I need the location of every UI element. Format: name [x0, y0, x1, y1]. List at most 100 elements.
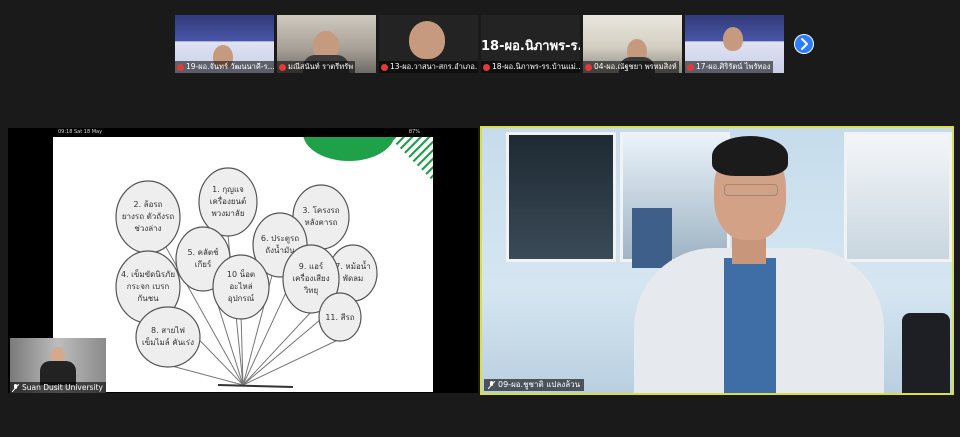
- participant-caption: 18-ผอ.นิภาพร-รร.บ้านแม่...: [481, 61, 580, 73]
- balloon-11: 11. สีรถ: [318, 292, 362, 342]
- svg-text:กระจก เบรก: กระจก เบรก: [127, 282, 170, 291]
- balloon-3-line: หลังคารถ: [304, 218, 337, 227]
- mic-muted-icon: [483, 63, 490, 71]
- svg-text:เกียร์: เกียร์: [195, 259, 212, 269]
- presentation-slide: 1. กุญแจ เครื่องยนต์ พวงมาลัย 2. ล้อรถ ย…: [53, 137, 433, 392]
- background-chair: [902, 313, 950, 393]
- participant-caption: 19-ผอ.จันทร์ วัฒนนาคี-ร...: [175, 61, 274, 73]
- participant-name: 09-ผอ.ชูชาติ แปลงล้วน: [498, 380, 581, 389]
- participant-face: [409, 21, 445, 59]
- balloon-6-line: ถังน้ำมัน: [265, 244, 295, 255]
- next-participants-button[interactable]: [794, 34, 814, 54]
- svg-text:8. สายไฟ: 8. สายไฟ: [151, 326, 185, 335]
- balloon-10-line: 10 น็อต: [227, 269, 255, 279]
- device-status-bar: 09:18 Sat 18 May 87%: [8, 128, 478, 137]
- meeting-window: 19-ผอ.จันทร์ วัฒนนาคี-ร... มณีสนันท์ ราต…: [0, 0, 960, 437]
- balloon-10: 10 น็อต อะไหล่ อุปกรณ์: [212, 254, 270, 320]
- svg-text:พวงมาลัย: พวงมาลัย: [211, 209, 244, 218]
- participant-caption: 13-ผอ.วาสนา-สกร.อำเภอ...: [379, 61, 478, 73]
- balloon-5-line: เกียร์: [195, 259, 212, 269]
- balloon-1-line: 1. กุญแจ: [212, 185, 244, 194]
- svg-text:อุปกรณ์: อุปกรณ์: [228, 293, 255, 303]
- participant-caption: มณีสนันท์ ราตรีทรัพ: [277, 61, 356, 73]
- svg-text:7. หม้อน้ำ: 7. หม้อน้ำ: [335, 260, 371, 271]
- device-clock: 09:18 Sat 18 May: [58, 129, 103, 135]
- speaker-glasses: [724, 184, 778, 196]
- svg-text:9. แอร์: 9. แอร์: [299, 261, 324, 271]
- svg-text:ช่วงล่าง: ช่วงล่าง: [134, 224, 161, 233]
- self-view-tile[interactable]: Suan Dusit University: [10, 338, 106, 393]
- svg-text:กันชน: กันชน: [137, 294, 159, 303]
- svg-text:6. ประตูรถ: 6. ประตูรถ: [261, 234, 299, 244]
- balloon-4-line: กระจก เบรก: [127, 282, 170, 291]
- svg-text:ยางรถ ตัวถังรถ: ยางรถ ตัวถังรถ: [122, 212, 175, 221]
- svg-text:10 น็อต: 10 น็อต: [227, 269, 255, 279]
- balloon-8-line: เข็มไมล์ คันเร่ง: [142, 337, 194, 347]
- balloon-diagram: 1. กุญแจ เครื่องยนต์ พวงมาลัย 2. ล้อรถ ย…: [115, 167, 378, 388]
- participant-tile[interactable]: 18-ผอ.นิภาพร-ร... 18-ผอ.นิภาพร-รร.บ้านแม…: [481, 15, 580, 73]
- balloon-2-line: 2. ล้อรถ: [133, 200, 162, 209]
- participant-strip: 19-ผอ.จันทร์ วัฒนนาคี-ร... มณีสนันท์ ราต…: [175, 15, 784, 73]
- participant-tile[interactable]: มณีสนันท์ ราตรีทรัพ: [277, 15, 376, 73]
- svg-text:5. คลัตช์: 5. คลัตช์: [187, 247, 219, 257]
- mic-muted-icon: [12, 383, 19, 392]
- balloon-8-line: 8. สายไฟ: [151, 326, 185, 335]
- svg-text:เครื่องยนต์: เครื่องยนต์: [210, 195, 246, 206]
- speaker-shirt: [724, 258, 776, 393]
- balloon-2: 2. ล้อรถ ยางรถ ตัวถังรถ ช่วงล่าง: [115, 180, 181, 254]
- participant-tile[interactable]: 19-ผอ.จันทร์ วัฒนนาคี-ร...: [175, 15, 274, 73]
- balloon-10-line: อุปกรณ์: [228, 293, 255, 303]
- mic-muted-icon: [585, 63, 592, 71]
- balloon-2-line: ช่วงล่าง: [134, 224, 161, 233]
- balloon-1: 1. กุญแจ เครื่องยนต์ พวงมาลัย: [198, 167, 258, 237]
- participant-caption: 09-ผอ.ชูชาติ แปลงล้วน: [484, 379, 585, 391]
- participant-name: 18-ผอ.นิภาพร-รร.บ้านแม่...: [492, 62, 580, 71]
- background-window: [844, 132, 952, 262]
- participant-tile[interactable]: 13-ผอ.วาสนา-สกร.อำเภอ...: [379, 15, 478, 73]
- background-curtain: [632, 208, 672, 268]
- balloon-9-line: วิทยุ: [303, 286, 318, 295]
- svg-text:วิทยุ: วิทยุ: [303, 286, 318, 295]
- background-window: [506, 132, 616, 262]
- balloon-4-line: 4. เข็มขัดนิรภัย: [121, 269, 175, 279]
- mic-muted-icon: [177, 63, 184, 71]
- participant-name: มณีสนันท์ ราตรีทรัพ: [288, 62, 354, 71]
- participant-tile[interactable]: 17-ผอ.ศิริรัตน์ ไพรัทอง: [685, 15, 784, 73]
- balloon-3-line: 3. โครงรถ: [302, 205, 339, 215]
- balloon-4-line: กันชน: [137, 294, 159, 303]
- svg-text:หลังคารถ: หลังคารถ: [304, 218, 337, 227]
- speaker-hair: [712, 136, 788, 176]
- balloon-1-line: เครื่องยนต์: [210, 195, 246, 206]
- participant-name: 04-ผอ.ณัฐชยา พรหมสิงห์: [594, 62, 677, 71]
- participant-name-placeholder: 18-ผอ.นิภาพร-ร...: [481, 39, 580, 54]
- svg-text:ถังน้ำมัน: ถังน้ำมัน: [265, 244, 295, 255]
- participant-face: [723, 27, 743, 51]
- balloon-11-line: 11. สีรถ: [325, 313, 354, 322]
- mic-muted-icon: [279, 63, 286, 71]
- svg-text:4. เข็มขัดนิรภัย: 4. เข็มขัดนิรภัย: [121, 269, 175, 279]
- participant-name: 13-ผอ.วาสนา-สกร.อำเภอ...: [390, 62, 478, 71]
- balloon-7-line: 7. หม้อน้ำ: [335, 260, 371, 271]
- participant-tile[interactable]: 04-ผอ.ณัฐชยา พรหมสิงห์: [583, 15, 682, 73]
- balloon-2-line: ยางรถ ตัวถังรถ: [122, 212, 175, 221]
- participant-caption: 17-ผอ.ศิริรัตน์ ไพรัทอง: [685, 61, 773, 73]
- balloon-8: 8. สายไฟ เข็มไมล์ คันเร่ง: [135, 306, 201, 368]
- participant-caption: 04-ผอ.ณัฐชยา พรหมสิงห์: [583, 61, 679, 73]
- balloon-5-line: 5. คลัตช์: [187, 247, 219, 257]
- battery-level: 87%: [408, 129, 420, 135]
- participant-caption: Suan Dusit University: [10, 382, 106, 393]
- mic-muted-icon: [488, 381, 495, 389]
- participant-name: Suan Dusit University: [22, 383, 103, 392]
- svg-text:อะไหล่: อะไหล่: [229, 282, 252, 291]
- svg-text:พัดลม: พัดลม: [343, 274, 364, 283]
- svg-text:3. โครงรถ: 3. โครงรถ: [302, 205, 339, 215]
- balloon-9-line: 9. แอร์: [299, 261, 324, 271]
- participant-name: 17-ผอ.ศิริรัตน์ ไพรัทอง: [696, 62, 771, 71]
- active-speaker-tile[interactable]: 09-ผอ.ชูชาติ แปลงล้วน: [480, 126, 954, 395]
- balloon-1-line: พวงมาลัย: [211, 209, 244, 218]
- svg-text:เข็มไมล์ คันเร่ง: เข็มไมล์ คันเร่ง: [142, 337, 194, 347]
- svg-text:เครื่องเสียง: เครื่องเสียง: [292, 272, 329, 283]
- balloon-7-line: พัดลม: [343, 274, 364, 283]
- svg-text:1. กุญแจ: 1. กุญแจ: [212, 185, 244, 194]
- balloon-6-line: 6. ประตูรถ: [261, 234, 299, 244]
